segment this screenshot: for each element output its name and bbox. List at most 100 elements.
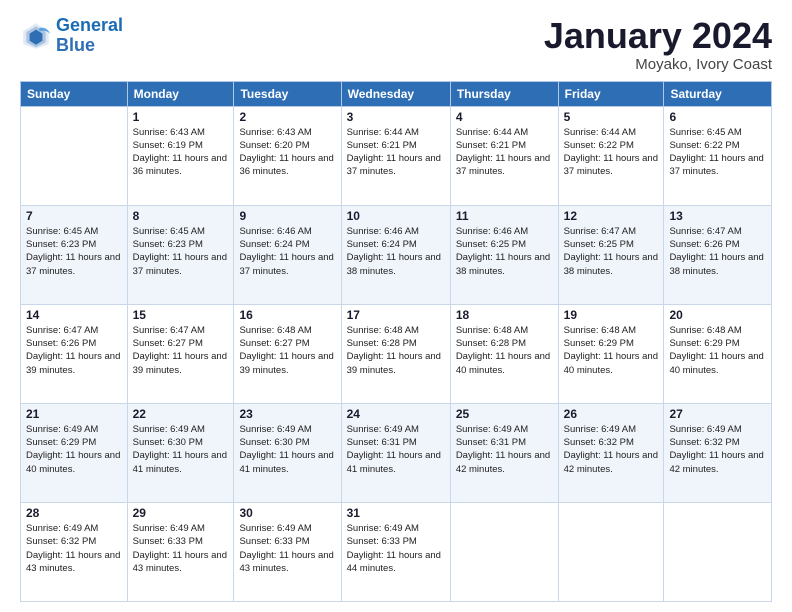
day-info: Sunrise: 6:47 AM Sunset: 6:25 PM Dayligh… [564,225,659,278]
col-monday: Monday [127,81,234,106]
table-cell: 10 Sunrise: 6:46 AM Sunset: 6:24 PM Dayli… [341,205,450,304]
day-number: 28 [26,506,122,520]
table-cell: 27 Sunrise: 6:49 AM Sunset: 6:32 PM Dayli… [664,403,772,502]
col-friday: Friday [558,81,664,106]
title-block: January 2024 Moyako, Ivory Coast [544,16,772,73]
table-cell: 9Sunrise: 6:46 AM Sunset: 6:24 PM Daylig… [234,205,341,304]
table-cell: 14 Sunrise: 6:47 AM Sunset: 6:26 PM Dayli… [21,304,128,403]
day-info: Sunrise: 6:49 AM Sunset: 6:32 PM Dayligh… [26,522,122,575]
col-thursday: Thursday [450,81,558,106]
table-cell: 18Sunrise: 6:48 AM Sunset: 6:28 PM Dayli… [450,304,558,403]
day-info: Sunrise: 6:49 AM Sunset: 6:33 PM Dayligh… [239,522,335,575]
table-cell: 31 Sunrise: 6:49 AM Sunset: 6:33 PM Dayli… [341,502,450,601]
page: General Blue January 2024 Moyako, Ivory … [0,0,792,612]
table-cell: 20 Sunrise: 6:48 AM Sunset: 6:29 PM Dayli… [664,304,772,403]
table-cell: 2 Sunrise: 6:43 AM Sunset: 6:20 PM Daylig… [234,106,341,205]
day-number: 30 [239,506,335,520]
day-info: Sunrise: 6:45 AM Sunset: 6:22 PM Dayligh… [669,126,766,179]
logo-blue: Blue [56,35,95,55]
day-info: Sunrise: 6:49 AM Sunset: 6:32 PM Dayligh… [669,423,766,476]
day-number: 2 [239,110,335,124]
day-number: 6 [669,110,766,124]
day-number: 20 [669,308,766,322]
table-cell: 28 Sunrise: 6:49 AM Sunset: 6:32 PM Dayli… [21,502,128,601]
day-number: 1 [133,110,229,124]
day-number: 18 [456,308,553,322]
day-number: 26 [564,407,659,421]
day-info: Sunrise: 6:46 AM Sunset: 6:24 PM Dayligh… [347,225,445,278]
day-number: 11 [456,209,553,223]
day-number: 31 [347,506,445,520]
day-number: 15 [133,308,229,322]
day-info: Sunrise: 6:44 AM Sunset: 6:21 PM Dayligh… [456,126,553,179]
day-number: 13 [669,209,766,223]
col-saturday: Saturday [664,81,772,106]
table-cell: 23 Sunrise: 6:49 AM Sunset: 6:30 PM Dayli… [234,403,341,502]
logo-text: General Blue [56,16,123,56]
table-cell: 12 Sunrise: 6:47 AM Sunset: 6:25 PM Dayli… [558,205,664,304]
table-cell [558,502,664,601]
day-info: Sunrise: 6:49 AM Sunset: 6:29 PM Dayligh… [26,423,122,476]
day-info: Sunrise: 6:45 AM Sunset: 6:23 PM Dayligh… [26,225,122,278]
day-number: 12 [564,209,659,223]
table-cell: 3 Sunrise: 6:44 AM Sunset: 6:21 PM Daylig… [341,106,450,205]
col-tuesday: Tuesday [234,81,341,106]
logo-general: General [56,15,123,35]
table-cell: 8Sunrise: 6:45 AM Sunset: 6:23 PM Daylig… [127,205,234,304]
table-cell: 25 Sunrise: 6:49 AM Sunset: 6:31 PM Dayli… [450,403,558,502]
week-row-3: 21 Sunrise: 6:49 AM Sunset: 6:29 PM Dayli… [21,403,772,502]
week-row-1: 7 Sunrise: 6:45 AM Sunset: 6:23 PM Daylig… [21,205,772,304]
day-info: Sunrise: 6:44 AM Sunset: 6:21 PM Dayligh… [347,126,445,179]
day-number: 7 [26,209,122,223]
day-info: Sunrise: 6:49 AM Sunset: 6:31 PM Dayligh… [347,423,445,476]
day-info: Sunrise: 6:44 AM Sunset: 6:22 PM Dayligh… [564,126,659,179]
day-number: 25 [456,407,553,421]
day-info: Sunrise: 6:49 AM Sunset: 6:30 PM Dayligh… [239,423,335,476]
day-number: 16 [239,308,335,322]
day-number: 24 [347,407,445,421]
day-number: 23 [239,407,335,421]
day-number: 27 [669,407,766,421]
calendar-table: Sunday Monday Tuesday Wednesday Thursday… [20,81,772,602]
day-info: Sunrise: 6:49 AM Sunset: 6:31 PM Dayligh… [456,423,553,476]
day-number: 21 [26,407,122,421]
table-cell: 21 Sunrise: 6:49 AM Sunset: 6:29 PM Dayli… [21,403,128,502]
table-cell: 13 Sunrise: 6:47 AM Sunset: 6:26 PM Dayli… [664,205,772,304]
week-row-2: 14 Sunrise: 6:47 AM Sunset: 6:26 PM Dayli… [21,304,772,403]
day-number: 3 [347,110,445,124]
day-number: 29 [133,506,229,520]
week-row-4: 28 Sunrise: 6:49 AM Sunset: 6:32 PM Dayli… [21,502,772,601]
table-cell: 26 Sunrise: 6:49 AM Sunset: 6:32 PM Dayli… [558,403,664,502]
logo: General Blue [20,16,123,56]
day-number: 14 [26,308,122,322]
table-cell [664,502,772,601]
day-info: Sunrise: 6:49 AM Sunset: 6:33 PM Dayligh… [347,522,445,575]
day-info: Sunrise: 6:48 AM Sunset: 6:29 PM Dayligh… [669,324,766,377]
table-cell: 29 Sunrise: 6:49 AM Sunset: 6:33 PM Dayli… [127,502,234,601]
table-cell [21,106,128,205]
day-number: 10 [347,209,445,223]
day-info: Sunrise: 6:47 AM Sunset: 6:26 PM Dayligh… [669,225,766,278]
day-info: Sunrise: 6:47 AM Sunset: 6:26 PM Dayligh… [26,324,122,377]
day-number: 19 [564,308,659,322]
day-info: Sunrise: 6:43 AM Sunset: 6:20 PM Dayligh… [239,126,335,179]
day-number: 22 [133,407,229,421]
day-info: Sunrise: 6:49 AM Sunset: 6:33 PM Dayligh… [133,522,229,575]
table-cell: 7 Sunrise: 6:45 AM Sunset: 6:23 PM Daylig… [21,205,128,304]
week-row-0: 1Sunrise: 6:43 AM Sunset: 6:19 PM Daylig… [21,106,772,205]
table-cell: 24 Sunrise: 6:49 AM Sunset: 6:31 PM Dayli… [341,403,450,502]
table-cell: 22Sunrise: 6:49 AM Sunset: 6:30 PM Dayli… [127,403,234,502]
col-wednesday: Wednesday [341,81,450,106]
day-info: Sunrise: 6:48 AM Sunset: 6:28 PM Dayligh… [347,324,445,377]
header: General Blue January 2024 Moyako, Ivory … [20,16,772,73]
table-cell: 15Sunrise: 6:47 AM Sunset: 6:27 PM Dayli… [127,304,234,403]
table-cell: 16 Sunrise: 6:48 AM Sunset: 6:27 PM Dayli… [234,304,341,403]
day-info: Sunrise: 6:48 AM Sunset: 6:27 PM Dayligh… [239,324,335,377]
day-info: Sunrise: 6:45 AM Sunset: 6:23 PM Dayligh… [133,225,229,278]
table-cell: 1Sunrise: 6:43 AM Sunset: 6:19 PM Daylig… [127,106,234,205]
logo-icon [20,20,52,52]
table-cell: 4Sunrise: 6:44 AM Sunset: 6:21 PM Daylig… [450,106,558,205]
day-info: Sunrise: 6:49 AM Sunset: 6:32 PM Dayligh… [564,423,659,476]
day-number: 5 [564,110,659,124]
table-cell: 5 Sunrise: 6:44 AM Sunset: 6:22 PM Daylig… [558,106,664,205]
